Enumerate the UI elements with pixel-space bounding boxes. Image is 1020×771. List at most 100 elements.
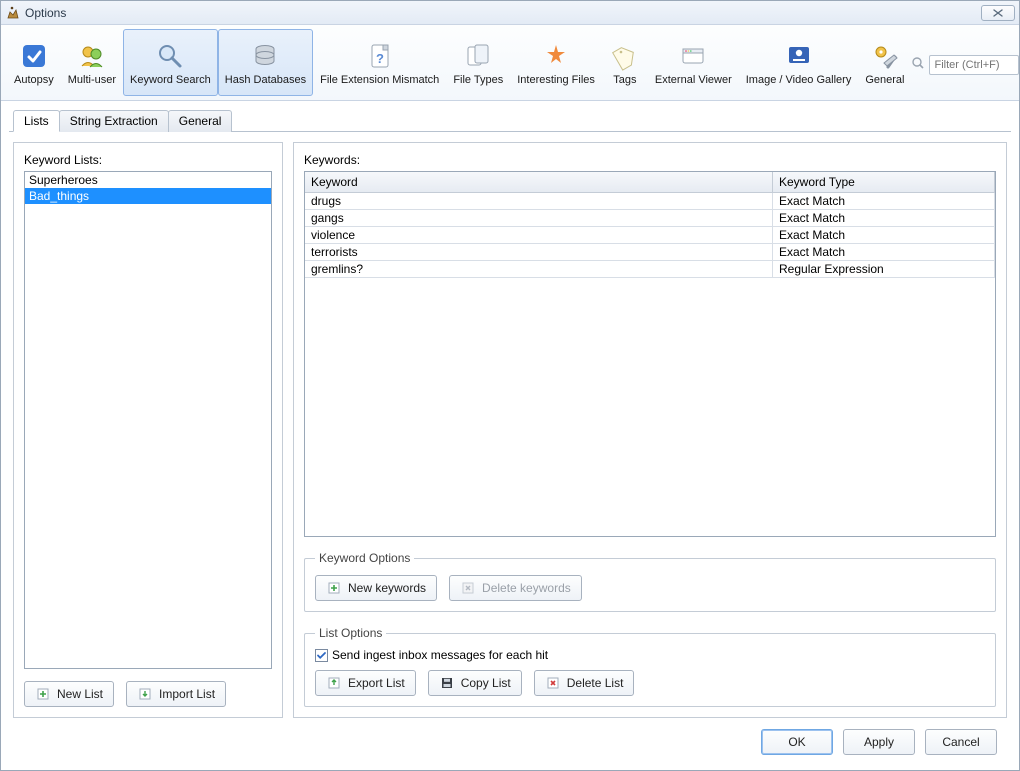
toolbar-item-external-viewer[interactable]: External Viewer bbox=[648, 29, 739, 96]
cell-keyword: gremlins? bbox=[305, 261, 773, 277]
send-inbox-checkbox[interactable] bbox=[315, 649, 328, 662]
list-item[interactable]: Superheroes bbox=[25, 172, 271, 188]
column-header-keyword[interactable]: Keyword bbox=[305, 172, 773, 192]
dialog-footer: OK Apply Cancel bbox=[9, 722, 1011, 762]
options-window: Options Autopsy Multi-user Keyword Searc… bbox=[0, 0, 1020, 771]
table-row[interactable]: gangsExact Match bbox=[305, 210, 995, 227]
file-types-icon bbox=[462, 40, 494, 72]
copy-list-button[interactable]: Copy List bbox=[428, 670, 522, 696]
button-label: Delete keywords bbox=[482, 581, 571, 595]
toolbar: Autopsy Multi-user Keyword Search Hash D… bbox=[1, 25, 1019, 101]
apply-button[interactable]: Apply bbox=[843, 729, 915, 755]
list-options-group: List Options Send ingest inbox messages … bbox=[304, 626, 996, 707]
toolbar-item-multi-user[interactable]: Multi-user bbox=[61, 29, 123, 96]
save-disk-icon bbox=[439, 675, 455, 691]
button-label: OK bbox=[788, 735, 805, 749]
cancel-button[interactable]: Cancel bbox=[925, 729, 997, 755]
panels: Keyword Lists: Superheroes Bad_things Ne… bbox=[9, 132, 1011, 722]
window-title: Options bbox=[25, 6, 977, 20]
multi-user-icon bbox=[76, 40, 108, 72]
toolbar-label: Interesting Files bbox=[517, 74, 595, 86]
keyword-options-legend: Keyword Options bbox=[315, 551, 414, 565]
table-row[interactable]: violenceExact Match bbox=[305, 227, 995, 244]
tab-string-extraction[interactable]: String Extraction bbox=[59, 110, 169, 132]
new-list-button[interactable]: New List bbox=[24, 681, 114, 707]
table-row[interactable]: drugsExact Match bbox=[305, 193, 995, 210]
table-body: drugsExact MatchgangsExact Matchviolence… bbox=[305, 193, 995, 536]
delete-keywords-button: Delete keywords bbox=[449, 575, 582, 601]
cell-keyword: terrorists bbox=[305, 244, 773, 260]
ok-button[interactable]: OK bbox=[761, 729, 833, 755]
toolbar-label: Image / Video Gallery bbox=[746, 74, 852, 86]
cell-keyword: gangs bbox=[305, 210, 773, 226]
list-options-legend: List Options bbox=[315, 626, 386, 640]
filter-input[interactable] bbox=[929, 55, 1019, 75]
cell-type: Exact Match bbox=[773, 210, 995, 226]
table-row[interactable]: terroristsExact Match bbox=[305, 244, 995, 261]
keyword-options-group: Keyword Options New keywords bbox=[304, 551, 996, 612]
keywords-panel: Keywords: Keyword Keyword Type drugsExac… bbox=[293, 142, 1007, 718]
window-icon bbox=[677, 40, 709, 72]
toolbar-label: Keyword Search bbox=[130, 74, 211, 86]
button-label: Delete List bbox=[567, 676, 624, 690]
toolbar-item-autopsy[interactable]: Autopsy bbox=[7, 29, 61, 96]
toolbar-item-general[interactable]: General bbox=[858, 29, 911, 96]
toolbar-label: Multi-user bbox=[68, 74, 116, 86]
close-button[interactable] bbox=[981, 5, 1015, 21]
titlebar: Options bbox=[1, 1, 1019, 25]
star-icon bbox=[540, 40, 572, 72]
keywords-table[interactable]: Keyword Keyword Type drugsExact Matchgan… bbox=[304, 171, 996, 537]
toolbar-item-hash-databases[interactable]: Hash Databases bbox=[218, 29, 313, 96]
keyword-lists-label: Keyword Lists: bbox=[24, 153, 272, 167]
list-item[interactable]: Bad_things bbox=[25, 188, 271, 204]
toolbar-item-file-types[interactable]: File Types bbox=[446, 29, 510, 96]
toolbar-item-image-video-gallery[interactable]: Image / Video Gallery bbox=[739, 29, 859, 96]
toolbar-label: External Viewer bbox=[655, 74, 732, 86]
new-keywords-button[interactable]: New keywords bbox=[315, 575, 437, 601]
gallery-icon bbox=[783, 40, 815, 72]
tab-lists[interactable]: Lists bbox=[13, 110, 60, 132]
filter-search-icon bbox=[911, 56, 925, 73]
app-icon bbox=[5, 5, 21, 21]
keywords-label: Keywords: bbox=[304, 153, 996, 167]
keyword-lists-listbox[interactable]: Superheroes Bad_things bbox=[24, 171, 272, 669]
toolbar-item-interesting-files[interactable]: Interesting Files bbox=[510, 29, 602, 96]
send-inbox-label: Send ingest inbox messages for each hit bbox=[332, 648, 548, 662]
cell-type: Regular Expression bbox=[773, 261, 995, 277]
tag-icon bbox=[609, 40, 641, 72]
cell-keyword: drugs bbox=[305, 193, 773, 209]
toolbar-item-keyword-search[interactable]: Keyword Search bbox=[123, 29, 218, 96]
column-header-type[interactable]: Keyword Type bbox=[773, 172, 995, 192]
export-icon bbox=[326, 675, 342, 691]
button-label: Cancel bbox=[942, 735, 979, 749]
file-question-icon: ? bbox=[364, 40, 396, 72]
subtabs: Lists String Extraction General bbox=[9, 109, 1011, 132]
toolbar-item-file-ext-mismatch[interactable]: ? File Extension Mismatch bbox=[313, 29, 446, 96]
button-label: Copy List bbox=[461, 676, 511, 690]
button-label: Import List bbox=[159, 687, 215, 701]
button-label: New List bbox=[57, 687, 103, 701]
database-icon bbox=[249, 40, 281, 72]
search-icon bbox=[154, 40, 186, 72]
toolbar-item-tags[interactable]: Tags bbox=[602, 29, 648, 96]
button-label: Apply bbox=[864, 735, 894, 749]
import-list-button[interactable]: Import List bbox=[126, 681, 226, 707]
toolbar-label: File Extension Mismatch bbox=[320, 74, 439, 86]
table-row[interactable]: gremlins?Regular Expression bbox=[305, 261, 995, 278]
delete-list-icon bbox=[545, 675, 561, 691]
import-icon bbox=[137, 686, 153, 702]
cell-type: Exact Match bbox=[773, 193, 995, 209]
body: Lists String Extraction General Keyword … bbox=[1, 101, 1019, 770]
cell-keyword: violence bbox=[305, 227, 773, 243]
autopsy-icon bbox=[18, 40, 50, 72]
export-list-button[interactable]: Export List bbox=[315, 670, 416, 696]
filter-wrap bbox=[911, 29, 1020, 96]
tab-general[interactable]: General bbox=[168, 110, 233, 132]
delete-list-button[interactable]: Delete List bbox=[534, 670, 635, 696]
button-label: New keywords bbox=[348, 581, 426, 595]
table-header-row: Keyword Keyword Type bbox=[305, 172, 995, 193]
cell-type: Exact Match bbox=[773, 227, 995, 243]
toolbar-label: General bbox=[865, 74, 904, 86]
new-list-icon bbox=[35, 686, 51, 702]
new-keywords-icon bbox=[326, 580, 342, 596]
